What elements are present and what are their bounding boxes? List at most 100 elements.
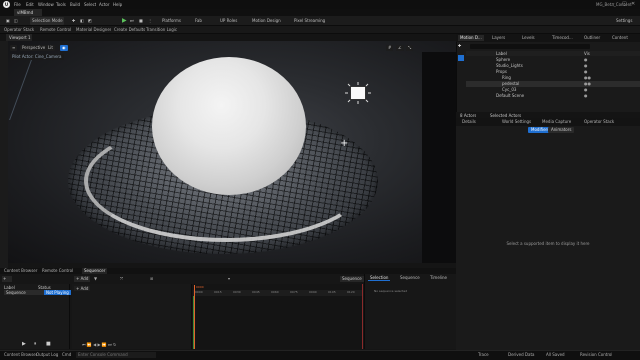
- motion-design-button[interactable]: Motion Design: [250, 17, 283, 25]
- content-browser-button[interactable]: Content Browser: [4, 352, 37, 358]
- playhead[interactable]: [194, 285, 195, 349]
- tick-label: 0075: [290, 290, 298, 294]
- tab-motion-design[interactable]: Motion D...: [458, 35, 484, 41]
- list-add-button[interactable]: +: [2, 276, 12, 282]
- tab-outliner[interactable]: Outliner: [582, 35, 602, 41]
- tab-levels[interactable]: Levels: [520, 35, 537, 41]
- framerate-dropdown[interactable]: ▾: [228, 276, 230, 281]
- unreal-logo-icon[interactable]: U: [3, 1, 10, 8]
- details-panel: [456, 126, 640, 350]
- white-sphere[interactable]: [152, 57, 306, 195]
- outliner-header-vis: Vis: [584, 51, 590, 56]
- settings-button[interactable]: Settings: [614, 17, 634, 25]
- timeline-add-button[interactable]: + Add: [74, 286, 91, 291]
- tick-label: 0120: [347, 290, 355, 294]
- filter-icon[interactable]: ▼: [94, 276, 97, 281]
- tab-selection[interactable]: Selection: [368, 275, 391, 281]
- track-list: [72, 284, 192, 349]
- outliner-row-label: Default Scene: [496, 93, 525, 98]
- pixel-streaming-button[interactable]: Pixel Streaming: [292, 17, 327, 25]
- blueprint-icon[interactable]: ◧: [78, 17, 86, 25]
- sequence-dropdown[interactable]: Sequence: [340, 276, 364, 282]
- animators-button[interactable]: Animators: [548, 127, 575, 133]
- cmd-dropdown[interactable]: Cmd: [62, 352, 71, 358]
- filter-icon[interactable]: [458, 55, 464, 61]
- create-defaults-button[interactable]: Create Defaults: [114, 27, 145, 33]
- fab-button[interactable]: Fab: [193, 17, 204, 25]
- menu-window[interactable]: Window: [38, 2, 54, 7]
- grid-snap-icon[interactable]: #: [386, 45, 394, 51]
- empty-selection-message: Select a supported item to display it he…: [506, 241, 590, 246]
- level-tab[interactable]: vlMBmd: [14, 9, 42, 16]
- transition-logic-button[interactable]: Transition Logic: [146, 27, 177, 33]
- remote-control-button[interactable]: Remote Control: [40, 27, 71, 33]
- menu-edit[interactable]: Edit: [26, 2, 34, 7]
- rotation-snap-icon[interactable]: ∠: [396, 45, 404, 51]
- stop-icon[interactable]: ■: [137, 17, 145, 25]
- launch-icon[interactable]: ⋮: [146, 17, 154, 25]
- ui-button[interactable]: UP Roles: [218, 17, 239, 25]
- play-icon[interactable]: ▶: [22, 341, 26, 347]
- visibility-icon[interactable]: ●: [584, 93, 588, 99]
- perspective-button[interactable]: Perspective: [20, 45, 48, 51]
- platforms-button[interactable]: Platforms: [160, 17, 183, 25]
- timecode-label: 0000: [196, 285, 204, 289]
- stop-icon[interactable]: ■: [46, 341, 51, 347]
- menu-actor[interactable]: Actor: [99, 2, 110, 7]
- output-log-button[interactable]: Output Log: [36, 352, 58, 358]
- tick-label: 0045: [252, 290, 260, 294]
- transform-icon[interactable]: ⤧: [120, 276, 123, 281]
- minimize-icon[interactable]: –: [612, 1, 615, 7]
- cinematics-icon[interactable]: ◩: [86, 17, 94, 25]
- derived-data-button[interactable]: Derived Data: [508, 352, 535, 358]
- selection-mode-dropdown[interactable]: Selection Mode: [30, 17, 64, 25]
- menu-help[interactable]: Help: [113, 2, 122, 7]
- material-designer-button[interactable]: Material Designer: [76, 27, 111, 33]
- tab-details[interactable]: Details: [460, 119, 478, 125]
- menu-tools[interactable]: Tools: [56, 2, 66, 7]
- save-icon[interactable]: ▣: [4, 17, 12, 25]
- tick-label: 0000: [195, 290, 203, 294]
- tab-layers[interactable]: Layers: [490, 35, 507, 41]
- console-input[interactable]: Enter Console Command: [76, 352, 156, 358]
- all-saved-button[interactable]: All Saved: [546, 352, 565, 358]
- tab-world-settings[interactable]: World Settings: [500, 119, 533, 125]
- menu-file[interactable]: File: [14, 2, 21, 7]
- viewport-tab[interactable]: Viewport 1: [6, 34, 32, 41]
- content-icon[interactable]: ◫: [12, 17, 20, 25]
- tab-timecode[interactable]: Timecod...: [550, 35, 575, 41]
- outliner-header-label: Label: [496, 51, 507, 56]
- tab-timeline[interactable]: Timeline: [428, 275, 449, 281]
- viewport-menu-icon[interactable]: ≡: [10, 45, 18, 51]
- add-icon[interactable]: ✚: [458, 43, 461, 48]
- tab-content[interactable]: Content: [610, 35, 630, 41]
- viewport-tab-row: [0, 34, 456, 41]
- left-tool-strip: [0, 41, 8, 269]
- tick-label: 0090: [309, 290, 317, 294]
- transport-controls[interactable]: ⏮ ⏪ ◀ ▶ ⏩ ⏭ ↻: [82, 342, 116, 347]
- close-icon[interactable]: ✕: [631, 1, 635, 7]
- maximize-icon[interactable]: □: [622, 1, 627, 7]
- lit-button[interactable]: Lit: [46, 45, 55, 51]
- menu-build[interactable]: Build: [70, 2, 80, 7]
- step-icon[interactable]: ⏭: [128, 17, 136, 25]
- play-icon[interactable]: ▶: [120, 17, 127, 25]
- tab-sequence[interactable]: Sequence: [398, 275, 422, 281]
- sequence-status-badge: Not Playing: [44, 290, 71, 295]
- operator-stack-button[interactable]: Operator Stack: [4, 27, 34, 33]
- snap-icon[interactable]: ⊞: [150, 276, 153, 281]
- revision-control-button[interactable]: Revision Control: [580, 352, 612, 358]
- tick-label: 0015: [214, 290, 222, 294]
- outliner-row[interactable]: Default Scene ●: [466, 93, 640, 99]
- outliner-search-input[interactable]: [470, 44, 590, 49]
- trace-button[interactable]: Trace: [478, 352, 489, 358]
- track-add-button[interactable]: + Add: [74, 276, 91, 282]
- menu-select[interactable]: Select: [84, 2, 96, 7]
- tab-operator-stack[interactable]: Operator Stack: [582, 119, 616, 125]
- tick-label: 0060: [271, 290, 279, 294]
- camera-icon[interactable]: ◉: [60, 45, 68, 51]
- add-actor-icon[interactable]: ✚: [70, 17, 77, 25]
- tab-media-capture[interactable]: Media Capture: [540, 119, 573, 125]
- scale-snap-icon[interactable]: ⤡: [406, 45, 414, 51]
- pause-icon[interactable]: ⏸: [34, 341, 37, 347]
